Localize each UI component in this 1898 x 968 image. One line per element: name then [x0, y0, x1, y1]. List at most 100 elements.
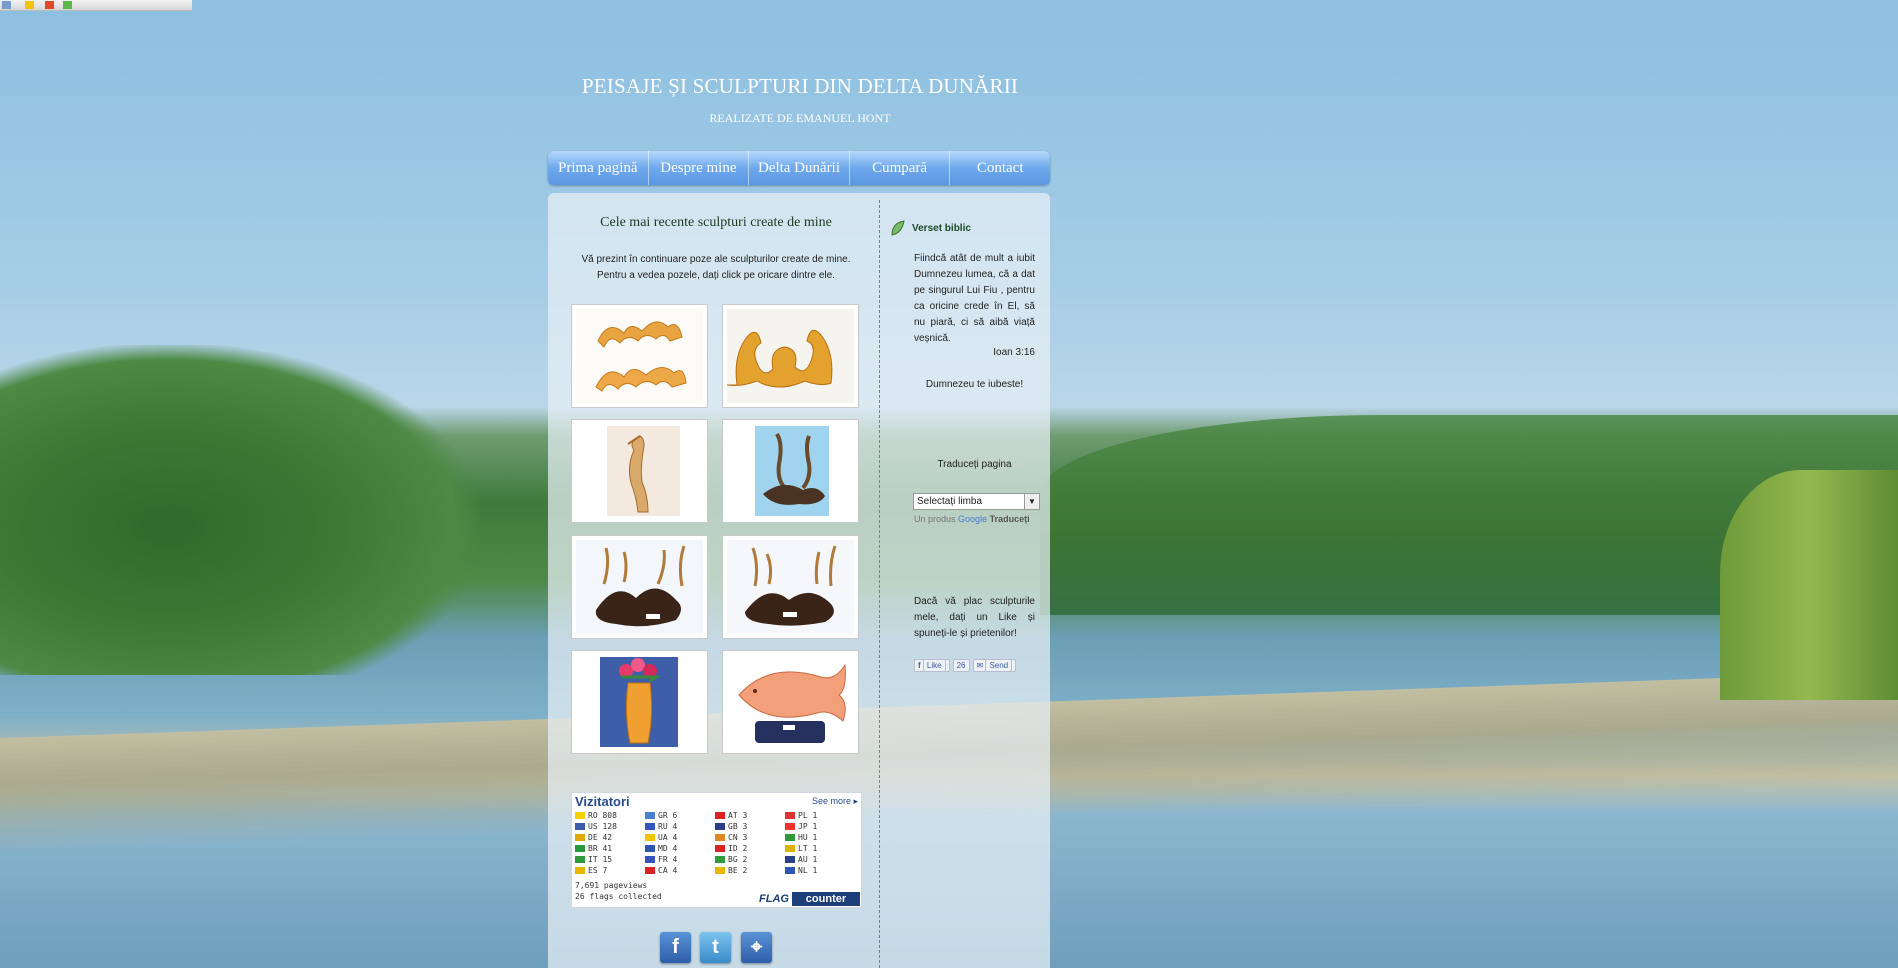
- country-flag-icon: [575, 867, 585, 874]
- intro-line-1: Vă prezint în continuare poze ale sculpt…: [581, 254, 851, 265]
- bible-verse: Fiindcă atât de mult a iubit Dumnezeu lu…: [914, 253, 1035, 344]
- country-flag-icon: [575, 834, 585, 841]
- google-translate-credit: Un produs Google Traduceți: [914, 514, 1030, 524]
- country-flag-icon: [715, 812, 725, 819]
- country-visit-count: UA 4: [658, 833, 678, 842]
- counter-country-row: PL 1: [785, 811, 817, 820]
- see-more-label: See more: [811, 796, 851, 806]
- country-flag-icon: [645, 812, 655, 819]
- country-visit-count: MD 4: [658, 844, 678, 853]
- verse-reference: Ioan 3:16: [993, 347, 1035, 358]
- country-visit-count: AU 1: [798, 855, 818, 864]
- pause-icon[interactable]: [25, 1, 34, 9]
- translate-link[interactable]: Traduceți: [990, 514, 1030, 524]
- intro-line-2: Pentru a vedea pozele, dați click pe ori…: [597, 270, 835, 281]
- country-flag-icon: [575, 823, 585, 830]
- logo-counter-text: counter: [791, 892, 860, 906]
- thumbnail-carved-scroll-ornaments[interactable]: [571, 304, 708, 408]
- thumbnail-carved-fish[interactable]: [722, 650, 859, 754]
- stop-icon[interactable]: [45, 1, 54, 9]
- country-visit-count: FR 4: [658, 855, 678, 864]
- nav-danube-delta[interactable]: Delta Dunării: [749, 151, 850, 185]
- country-visit-count: RU 4: [658, 822, 678, 831]
- country-flag-icon: [715, 867, 725, 874]
- browser-toolbar: [0, 0, 192, 11]
- twitter-icon[interactable]: t: [700, 932, 731, 963]
- site-title: PEISAJE ȘI SCULPTURI DIN DELTA DUNĂRII: [581, 74, 1019, 98]
- fb-like-button[interactable]: f Like: [914, 659, 950, 672]
- flag-counter-logo[interactable]: FLAG counter: [756, 892, 860, 906]
- country-flag-icon: [645, 867, 655, 874]
- counter-country-row: BR 41: [575, 844, 612, 853]
- flag-counter-widget[interactable]: Vizitatori See more ▸ RO 808 US 128 DE 42 B…: [571, 792, 862, 908]
- counter-country-row: CA 4: [645, 866, 677, 875]
- counter-country-row: RU 4: [645, 822, 677, 831]
- country-visit-count: BG 2: [728, 855, 748, 864]
- counter-country-row: BG 2: [715, 855, 747, 864]
- country-visit-count: GR 6: [658, 811, 678, 820]
- thumbnail-herons-on-root-2[interactable]: [722, 535, 859, 639]
- counter-title: Vizitatori: [575, 794, 630, 809]
- fb-send-button[interactable]: ✉ Send: [972, 659, 1017, 672]
- country-flag-icon: [785, 845, 795, 852]
- counter-country-row: DE 42: [575, 833, 612, 842]
- see-more-link[interactable]: See more ▸: [812, 796, 858, 807]
- counter-country-row: GB 3: [715, 822, 747, 831]
- country-visit-count: CN 3: [728, 833, 748, 842]
- country-flag-icon: [575, 812, 585, 819]
- counter-country-row: AT 3: [715, 811, 747, 820]
- country-visit-count: US 128: [588, 822, 617, 831]
- play-icon[interactable]: [2, 1, 11, 9]
- country-flag-icon: [575, 845, 585, 852]
- nav-contact[interactable]: Contact: [950, 151, 1050, 185]
- country-visit-count: JP 1: [798, 822, 818, 831]
- herons-root-1-image: [576, 540, 703, 634]
- nav-about[interactable]: Despre mine: [649, 151, 750, 185]
- country-visit-count: CA 4: [658, 866, 678, 875]
- country-flag-icon: [645, 845, 655, 852]
- country-flag-icon: [645, 856, 655, 863]
- country-visit-count: BR 41: [588, 844, 613, 853]
- country-visit-count: LT 1: [798, 844, 818, 853]
- god-loves-you-text: Dumnezeu te iubeste!: [925, 379, 1024, 390]
- intro-text: Vă prezint în continuare poze ale sculpt…: [568, 252, 864, 284]
- country-flag-icon: [715, 845, 725, 852]
- powered-prefix: Un produs: [914, 514, 956, 524]
- counter-country-row: MD 4: [645, 844, 677, 853]
- country-visit-count: RO 808: [588, 811, 617, 820]
- thumbnail-carved-acanthus-ornament[interactable]: [722, 304, 859, 408]
- country-visit-count: PL 1: [798, 811, 818, 820]
- country-flag-icon: [715, 834, 725, 841]
- herons-root-2-image: [727, 540, 854, 634]
- map-pin-icon[interactable]: ⌖: [741, 932, 772, 963]
- facebook-icon[interactable]: f: [660, 932, 691, 963]
- thumbnail-heron-pair-on-driftwood[interactable]: [722, 419, 859, 523]
- thumbnail-flower-vase[interactable]: [571, 650, 708, 754]
- acanthus-ornament-image: [727, 309, 854, 403]
- google-logo: Google: [958, 514, 988, 524]
- country-visit-count: IT 15: [588, 855, 613, 864]
- background-reeds: [1720, 470, 1898, 700]
- thumbnail-heron-sculpture[interactable]: [571, 419, 708, 523]
- nav-home[interactable]: Prima pagină: [548, 151, 649, 185]
- background-trees-left: [0, 345, 480, 675]
- fb-send-label: Send: [985, 659, 1013, 672]
- heron-sculpture-image: [576, 424, 703, 518]
- counter-country-row: BE 2: [715, 866, 747, 875]
- leaf-icon: [891, 220, 905, 236]
- thumbnail-herons-on-root-1[interactable]: [571, 535, 708, 639]
- country-flag-icon: [715, 856, 725, 863]
- logo-flag-text: FLAG: [756, 892, 792, 906]
- status-indicator-icon: [63, 1, 72, 9]
- counter-country-row: JP 1: [785, 822, 817, 831]
- main-title: Cele mai recente sculpturi create de min…: [600, 215, 832, 230]
- country-visit-count: ID 2: [728, 844, 748, 853]
- flags-collected-text: 26 flags collected: [575, 892, 662, 901]
- dropdown-arrow-icon[interactable]: ▼: [1024, 494, 1039, 509]
- verse-title: Verset biblic: [912, 222, 971, 234]
- language-select[interactable]: Selectați limba ▼: [913, 493, 1040, 510]
- heron-pair-image: [727, 424, 854, 518]
- country-visit-count: ES 7: [588, 866, 608, 875]
- nav-buy[interactable]: Cumpară: [850, 151, 951, 185]
- counter-country-row: GR 6: [645, 811, 677, 820]
